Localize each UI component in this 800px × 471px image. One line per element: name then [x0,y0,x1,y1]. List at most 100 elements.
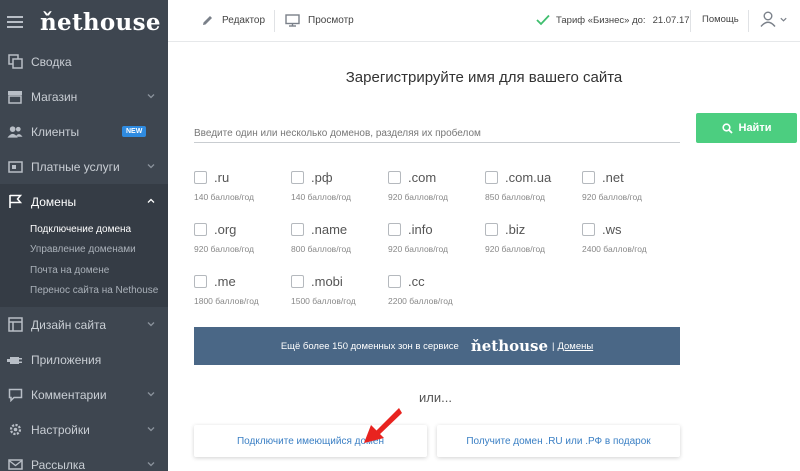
sidebar-item-mailing[interactable]: Рассылка [0,447,168,471]
submenu-domain-mail[interactable]: Почта на домене [0,260,168,281]
submenu-manage-domains[interactable]: Управление доменами [0,239,168,260]
sidebar-item-settings[interactable]: Настройки [0,412,168,447]
zone-name: .biz [505,222,526,237]
chevron-down-icon [147,164,155,169]
zone-name: .рф [311,170,333,185]
zone-name: .me [214,274,236,289]
sidebar-item-label: Приложения [31,352,102,367]
sidebar-item-apps[interactable]: Приложения [0,342,168,377]
zone-price: 1500 баллов/год [291,296,356,306]
sidebar-item-site-design[interactable]: Дизайн сайта [0,307,168,342]
topbar-divider [274,9,276,32]
zone-me: .me 1800 баллов/год [194,274,259,306]
new-badge: NEW [122,126,147,137]
sidebar-item-label: Сводка [31,54,72,69]
promo-text: Ещё более 150 доменных зон в сервисе [280,340,459,352]
zone-price: 2400 баллов/год [582,244,647,254]
gear-icon [7,422,23,438]
red-arrow-annotation [364,408,402,443]
tariff-label: Тариф «Бизнес» до: [556,14,646,26]
preview-label: Просмотр [308,15,354,26]
zone-name: .org [214,222,237,237]
copy-icon [7,54,23,70]
zone-checkbox[interactable] [291,275,304,288]
editor-button[interactable]: Редактор [201,14,265,27]
zone-price: 920 баллов/год [194,244,254,254]
zone-rf: .рф 140 баллов/год [291,170,351,202]
chevron-down-icon [147,462,155,467]
zone-com: .com 920 баллов/год [388,170,448,202]
search-icon [721,122,733,134]
find-button[interactable]: Найти [696,113,797,143]
flag-icon [7,194,23,210]
zone-name: .info [408,222,433,237]
monitor-icon [285,14,300,27]
sidebar-item-store[interactable]: Магазин [0,79,168,114]
topbar-divider [690,10,691,32]
zone-name-tld: .name 800 баллов/год [291,222,351,254]
sidebar-item-label: Дизайн сайта [31,317,107,332]
sidebar-item-paid-services[interactable]: Платные услуги [0,149,168,184]
preview-button[interactable]: Просмотр [285,14,354,27]
sidebar-item-label: Настройки [31,422,90,437]
chevron-down-icon [147,94,155,99]
zone-checkbox[interactable] [388,223,401,236]
zone-info: .info 920 баллов/год [388,222,448,254]
submenu-connect-domain[interactable]: Подключение домена [0,219,168,240]
domain-search-input[interactable] [194,124,680,143]
gift-domain-button[interactable]: Получите домен .RU или .РФ в подарок [437,425,680,457]
hamburger-menu-icon[interactable] [7,16,23,28]
zone-price: 800 баллов/год [291,244,351,254]
zone-price: 850 баллов/год [485,192,545,202]
zone-checkbox[interactable] [388,275,401,288]
zone-checkbox[interactable] [291,171,304,184]
sidebar-item-label: Клиенты [31,124,80,139]
zone-price: 920 баллов/год [582,192,642,202]
zone-org: .org 920 баллов/год [194,222,254,254]
sidebar: ňethouse Сводка Магазин Клиенты NEW Плат… [0,0,168,471]
promo-domains-link[interactable]: Домены [557,341,593,352]
zone-checkbox[interactable] [485,171,498,184]
promo-banner: Ещё более 150 доменных зон в сервисе ňet… [194,327,680,365]
zone-price: 920 баллов/год [485,244,545,254]
sidebar-item-comments[interactable]: Комментарии [0,377,168,412]
zone-biz: .biz 920 баллов/год [485,222,545,254]
zone-checkbox[interactable] [194,223,207,236]
chevron-down-icon [147,427,155,432]
top-bar: Редактор Просмотр Тариф «Бизнес» до: 21.… [168,0,800,42]
topbar-divider [748,10,749,32]
help-link[interactable]: Помощь [702,14,739,25]
zone-ws: .ws 2400 баллов/год [582,222,647,254]
zone-checkbox[interactable] [194,275,207,288]
zone-price: 920 баллов/год [388,192,448,202]
zone-name: .ru [214,170,230,185]
sidebar-item-label: Платные услуги [31,159,120,174]
zone-price: 2200 баллов/год [388,296,453,306]
chevron-down-icon [780,17,787,22]
sidebar-item-summary[interactable]: Сводка [0,44,168,79]
promo-brand-logo: ňethouse [470,337,548,355]
zone-checkbox[interactable] [291,223,304,236]
plugin-icon [7,352,23,368]
zone-price: 140 баллов/год [291,192,351,202]
or-divider-text: или... [419,390,452,405]
sidebar-header: ňethouse [0,0,168,44]
zone-name: .name [311,222,348,237]
zone-price: 1800 баллов/год [194,296,259,306]
submenu-transfer-site[interactable]: Перенос сайта на Nethouse [0,280,168,301]
sidebar-item-clients[interactable]: Клиенты NEW [0,114,168,149]
sidebar-item-domains[interactable]: Домены [0,184,168,219]
user-menu[interactable] [759,10,788,28]
logo[interactable]: ňethouse [40,9,161,36]
zone-checkbox[interactable] [582,223,595,236]
sidebar-item-label: Домены [31,194,77,209]
zone-checkbox[interactable] [582,171,595,184]
wallet-icon [7,159,23,175]
zone-checkbox[interactable] [485,223,498,236]
zone-name: .mobi [311,274,343,289]
user-icon [760,11,776,27]
zone-checkbox[interactable] [388,171,401,184]
zone-net: .net 920 баллов/год [582,170,642,202]
zone-ru: .ru 140 баллов/год [194,170,254,202]
zone-checkbox[interactable] [194,171,207,184]
